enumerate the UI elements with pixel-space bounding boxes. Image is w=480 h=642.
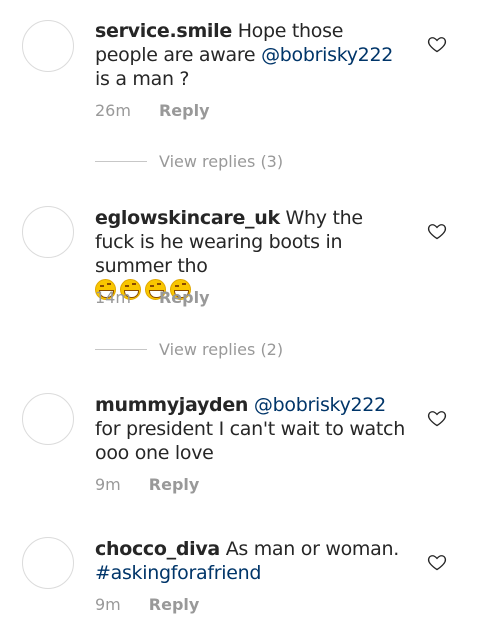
heart-icon[interactable] (427, 221, 447, 241)
reply-button[interactable]: Reply (149, 475, 200, 494)
comment-username[interactable]: eglowskincare_uk (95, 207, 280, 229)
comment-meta: 9m Reply (95, 595, 199, 614)
avatar[interactable] (22, 206, 74, 258)
comment-username[interactable]: chocco_diva (95, 538, 220, 560)
avatar[interactable] (22, 393, 74, 445)
comment-body: As man or woman. (219, 538, 400, 560)
comment-mention[interactable]: @bobrisky222 (254, 394, 386, 416)
view-replies-label: View replies (3) (159, 152, 284, 171)
reply-button[interactable]: Reply (159, 288, 210, 307)
comment-timestamp: 26m (95, 101, 131, 120)
comment-meta: 9m Reply (95, 475, 199, 494)
view-replies-button[interactable]: View replies (3) (95, 152, 283, 171)
comment-body: is a man ? (95, 68, 190, 90)
comment-text: service.smile Hope those people are awar… (95, 19, 405, 91)
comment-text: mummyjayden @bobrisky222 for president I… (95, 393, 405, 465)
reply-button[interactable]: Reply (159, 101, 210, 120)
comment-meta: 14m Reply (95, 288, 210, 307)
comment-username[interactable]: service.smile (95, 20, 232, 42)
view-replies-button[interactable]: View replies (2) (95, 340, 283, 359)
comment-timestamp: 14m (95, 288, 131, 307)
heart-icon[interactable] (427, 552, 447, 572)
avatar[interactable] (22, 537, 74, 589)
divider-line (95, 349, 147, 350)
heart-icon[interactable] (427, 408, 447, 428)
comment-timestamp: 9m (95, 595, 121, 614)
comment-username[interactable]: mummyjayden (95, 394, 248, 416)
heart-icon[interactable] (427, 34, 447, 54)
comment-timestamp: 9m (95, 475, 121, 494)
divider-line (95, 161, 147, 162)
reply-button[interactable]: Reply (149, 595, 200, 614)
comment-hashtag[interactable]: #askingforafriend (95, 562, 261, 584)
comment-meta: 26m Reply (95, 101, 210, 120)
avatar[interactable] (22, 20, 74, 72)
comment-body: for president I can't wait to watch ooo … (95, 418, 405, 464)
comment-mention[interactable]: @bobrisky222 (261, 44, 393, 66)
comment-text: chocco_diva As man or woman. #askingfora… (95, 537, 405, 585)
view-replies-label: View replies (2) (159, 340, 284, 359)
